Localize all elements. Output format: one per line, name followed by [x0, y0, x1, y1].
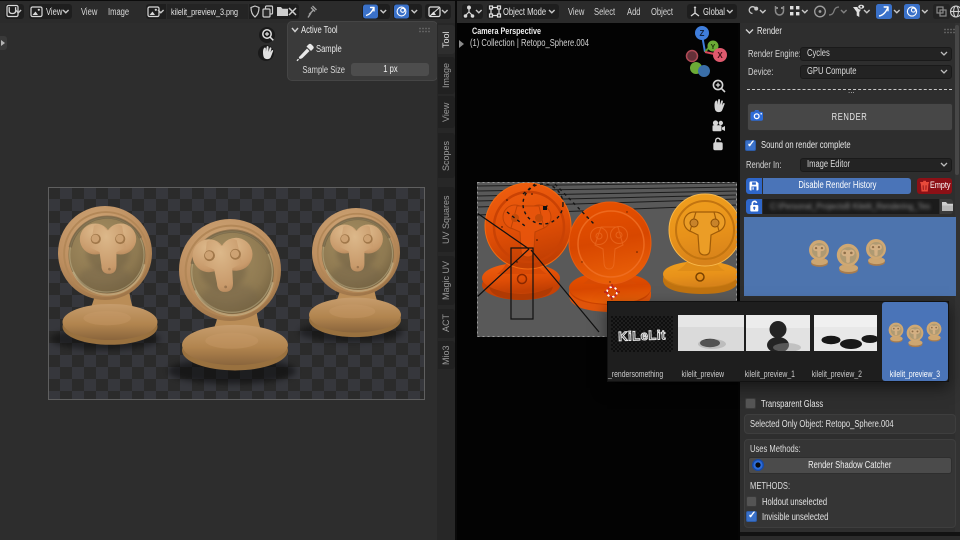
- svg-text:Z: Z: [700, 29, 705, 38]
- svg-text:KiLeLit: KiLeLit: [618, 327, 666, 344]
- svg-text:Y: Y: [711, 44, 716, 51]
- svg-text:X: X: [717, 51, 723, 60]
